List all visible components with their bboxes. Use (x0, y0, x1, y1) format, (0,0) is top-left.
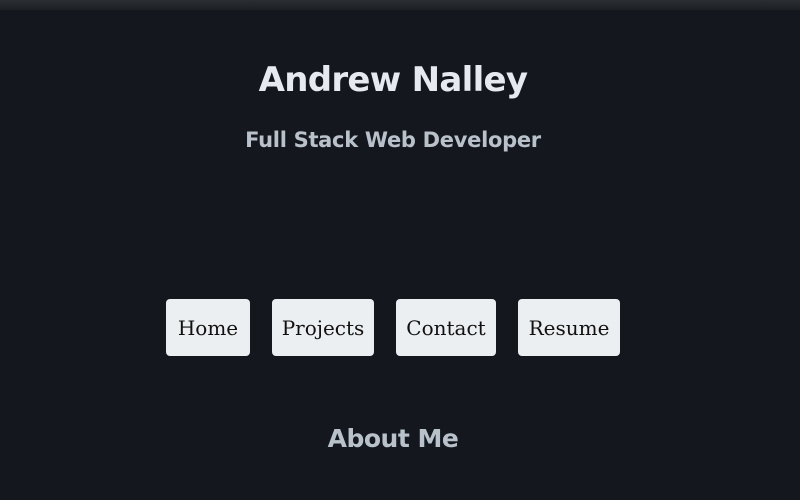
page: Andrew Nalley Full Stack Web Developer H… (0, 10, 800, 500)
resume-button[interactable]: Resume (518, 299, 620, 356)
main-nav: Home Projects Contact Resume (0, 299, 800, 356)
projects-button[interactable]: Projects (272, 299, 374, 356)
page-title: Andrew Nalley (258, 60, 528, 100)
about-heading: About Me (327, 424, 459, 453)
page-subtitle: Full Stack Web Developer (245, 128, 541, 152)
home-button[interactable]: Home (166, 299, 250, 356)
contact-button[interactable]: Contact (396, 299, 496, 356)
